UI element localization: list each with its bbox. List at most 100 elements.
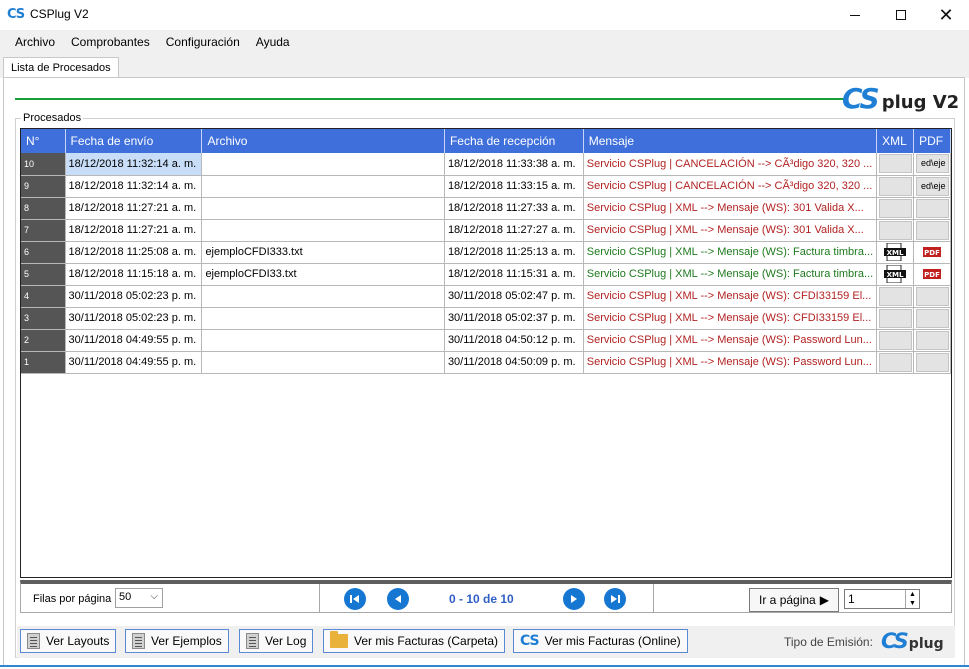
tipo-emision-label: Tipo de Emisión: [784,635,873,649]
pdf-cell[interactable] [913,197,951,220]
xml-cell[interactable]: XML [876,241,915,264]
xml-file-icon[interactable]: XML [877,243,912,261]
fecha-recepcion-cell: 18/12/2018 11:27:27 a. m. [444,219,584,242]
pdf-cell[interactable]: ed\eje [913,175,951,198]
xml-button[interactable] [878,352,912,372]
xml-button[interactable] [878,286,912,306]
pdf-button[interactable] [915,308,949,328]
ver-layouts-button[interactable]: Ver Layouts [20,629,117,653]
spin-down-icon[interactable]: ▼ [906,599,919,608]
xml-cell[interactable] [876,329,915,352]
pdf-button[interactable] [915,352,949,372]
table-row[interactable]: 8 18/12/2018 11:27:21 a. m. 18/12/2018 11:… [21,197,951,220]
xml-button[interactable] [878,330,912,350]
menu-ayuda[interactable]: Ayuda [248,30,298,54]
previous-page-button[interactable] [387,588,409,610]
chevron-down-icon: ⌵ [150,591,158,602]
xml-cell[interactable] [876,219,915,242]
pdf-cell[interactable]: ed\eje [913,153,951,176]
pdf-button[interactable]: ed\eje [915,176,949,196]
pdf-cell[interactable] [913,285,951,308]
col-header-fecha-envio[interactable]: Fecha de envío [65,129,203,153]
xml-button[interactable] [878,220,912,240]
ver-log-label: Ver Log [265,634,307,648]
table-row[interactable]: 3 30/11/2018 05:02:23 p. m. 30/11/2018 05:… [21,307,951,330]
app-icon: CS [7,7,25,22]
ver-facturas-carpeta-button[interactable]: Ver mis Facturas (Carpeta) [323,629,506,653]
pdf-file-icon[interactable]: PDF [914,267,949,281]
xml-button[interactable] [878,198,912,218]
xml-button[interactable] [878,176,912,196]
pdf-button[interactable] [915,330,949,350]
pdf-button[interactable] [915,286,949,306]
col-header-mensaje[interactable]: Mensaje [583,129,878,153]
col-header-pdf[interactable]: PDF [913,129,951,153]
table-row[interactable]: 10 18/12/2018 11:32:14 a. m. 18/12/2018 11… [21,153,951,176]
svg-text:PDF: PDF [924,271,940,279]
pdf-button[interactable]: ed\eje [915,154,949,174]
rows-per-page-select[interactable]: 50 ⌵ [115,588,163,608]
mensaje-cell: Servicio CSPlug | XML --> Mensaje (WS): … [583,307,878,330]
fecha-envio-cell: 18/12/2018 11:15:18 a. m. [65,263,203,286]
close-button[interactable]: ✕ [923,0,969,30]
pdf-cell[interactable] [913,329,951,352]
xml-button[interactable] [878,308,912,328]
menu-archivo[interactable]: Archivo [7,30,63,54]
ver-log-button[interactable]: Ver Log [239,629,314,653]
processed-grid[interactable]: N° Fecha de envío Archivo Fecha de recep… [20,128,952,578]
ver-facturas-online-button[interactable]: CS Ver mis Facturas (Online) [513,629,688,653]
document-icon [132,633,145,649]
xml-button[interactable] [878,154,912,174]
pdf-button[interactable] [915,198,949,218]
rows-per-page-value: 50 [119,591,132,603]
brand-logo: CS plug V2 [842,82,959,115]
table-row[interactable]: 6 18/12/2018 11:25:08 a. m. ejemploCFDI333… [21,241,951,264]
pdf-button[interactable] [915,220,949,240]
col-header-fecha-recepcion[interactable]: Fecha de recepción [444,129,584,153]
menu-configuracion[interactable]: Configuración [158,30,248,54]
xml-cell[interactable] [876,307,915,330]
xml-cell[interactable] [876,285,915,308]
page-number-value: 1 [848,592,855,606]
xml-cell[interactable] [876,153,915,176]
next-page-button[interactable] [563,588,585,610]
col-header-num[interactable]: N° [21,129,66,153]
ver-ejemplos-button[interactable]: Ver Ejemplos [125,629,229,653]
processed-table: N° Fecha de envío Archivo Fecha de recep… [21,129,951,374]
table-row[interactable]: 5 18/12/2018 11:15:18 a. m. ejemploCFDI33.… [21,263,951,286]
table-row[interactable]: 7 18/12/2018 11:27:21 a. m. 18/12/2018 11:… [21,219,951,242]
last-page-button[interactable] [604,588,626,610]
xml-cell[interactable] [876,351,915,374]
minimize-icon [850,14,860,16]
pdf-cell[interactable]: PDF [913,263,951,286]
table-row[interactable]: 4 30/11/2018 05:02:23 p. m. 30/11/2018 05:… [21,285,951,308]
xml-file-icon[interactable]: XML [877,265,912,283]
col-header-xml[interactable]: XML [876,129,915,153]
xml-cell[interactable]: XML [876,263,915,286]
page-number-input[interactable]: 1 ▲ ▼ [844,589,920,609]
table-row[interactable]: 9 18/12/2018 11:32:14 a. m. 18/12/2018 11:… [21,175,951,198]
pdf-cell[interactable]: PDF [913,241,951,264]
previous-page-icon [395,595,401,603]
maximize-button[interactable] [878,0,924,30]
col-header-archivo[interactable]: Archivo [201,129,445,153]
table-row[interactable]: 2 30/11/2018 04:49:55 p. m. 30/11/2018 04:… [21,329,951,352]
row-number: 4 [21,285,66,308]
tipo-emision-logo: CS plug [881,629,944,653]
first-page-button[interactable] [344,588,366,610]
tab-lista-procesados[interactable]: Lista de Procesados [3,57,119,79]
page-spinner[interactable]: ▲ ▼ [905,590,919,608]
goto-page-button[interactable]: Ir a página ▶ [749,588,839,612]
xml-cell[interactable] [876,197,915,220]
xml-cell[interactable] [876,175,915,198]
pdf-cell[interactable] [913,351,951,374]
pdf-file-icon[interactable]: PDF [914,245,949,259]
menu-comprobantes[interactable]: Comprobantes [63,30,158,54]
minimize-button[interactable] [832,0,878,30]
pdf-cell[interactable] [913,219,951,242]
pdf-cell[interactable] [913,307,951,330]
table-row[interactable]: 1 30/11/2018 04:49:55 p. m. 30/11/2018 04:… [21,351,951,374]
group-label: Procesados [21,112,84,124]
fecha-envio-cell: 18/12/2018 11:32:14 a. m. [65,175,203,198]
spin-up-icon[interactable]: ▲ [906,590,919,599]
